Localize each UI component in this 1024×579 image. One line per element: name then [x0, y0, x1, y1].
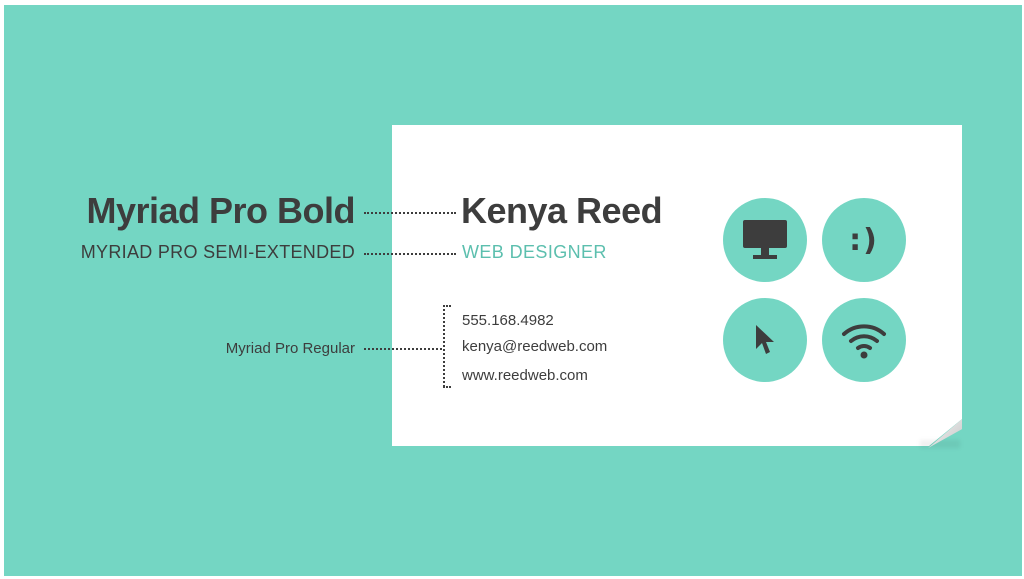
card-phone: 555.168.4982 [462, 312, 554, 329]
contact-bracket [443, 305, 445, 387]
font-label-bold: Myriad Pro Bold [86, 190, 355, 231]
smiley-icon: :) [822, 198, 906, 282]
contact-bracket-top [443, 305, 451, 307]
business-card [392, 125, 962, 446]
contact-bracket-bottom [443, 386, 451, 388]
monitor-icon [723, 198, 807, 282]
connector-semi-extended [364, 253, 456, 255]
connector-bold [364, 212, 456, 214]
card-name: Kenya Reed [461, 190, 663, 231]
font-label-semi-extended: MYRIAD PRO SEMI-EXTENDED [80, 242, 355, 262]
card-email: kenya@reedweb.com [462, 338, 608, 355]
connector-regular [364, 348, 442, 350]
font-label-regular: Myriad Pro Regular [225, 340, 355, 357]
smiley-text: :) [849, 222, 879, 258]
cursor-icon [723, 298, 807, 382]
card-job-title: WEB DESIGNER [462, 242, 607, 262]
wifi-icon [822, 298, 906, 382]
card-website: www.reedweb.com [462, 367, 588, 384]
